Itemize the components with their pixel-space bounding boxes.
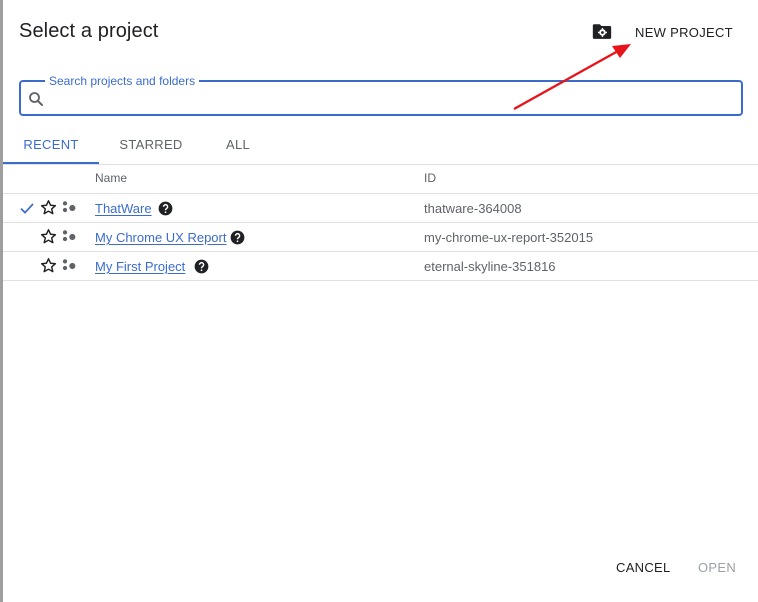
select-project-dialog: Select a project NEW PROJECT Search proj… — [3, 0, 758, 602]
organization-icon — [62, 230, 76, 242]
star-outline-icon[interactable] — [40, 228, 57, 245]
search-input[interactable] — [49, 86, 733, 112]
search-icon — [29, 92, 43, 106]
organization-icon — [62, 201, 76, 213]
star-outline-icon[interactable] — [40, 257, 57, 274]
dialog-title: Select a project — [19, 20, 159, 42]
tab-all[interactable]: ALL — [213, 130, 263, 162]
folder-gear-icon — [592, 24, 612, 39]
tab-starred[interactable]: STARRED — [111, 130, 191, 162]
project-name-link[interactable]: My First Project — [95, 259, 189, 274]
table-row[interactable]: My First Project eternal-skyline-351816 — [3, 252, 758, 281]
column-header-id: ID — [424, 171, 436, 185]
tab-bar: RECENT STARRED ALL — [3, 130, 758, 165]
table-row[interactable]: ThatWare thatware-364008 — [3, 194, 758, 223]
cancel-button[interactable]: CANCEL — [616, 560, 671, 575]
project-id: my-chrome-ux-report-352015 — [424, 230, 594, 245]
help-circle-icon[interactable] — [194, 259, 209, 274]
help-circle-icon[interactable] — [230, 230, 245, 245]
project-name-link[interactable]: ThatWare — [95, 201, 156, 216]
organization-icon — [62, 259, 76, 271]
column-header-name: Name — [95, 171, 128, 185]
new-project-label: NEW PROJECT — [635, 24, 733, 40]
tab-recent[interactable]: RECENT — [3, 130, 99, 164]
project-id: thatware-364008 — [424, 201, 522, 216]
check-icon — [20, 203, 34, 214]
table-header: Name ID — [3, 165, 758, 194]
projects-table: Name ID ThatWare thatware-364008 My Chro… — [3, 165, 758, 281]
project-name-link[interactable]: My Chrome UX Report — [95, 230, 230, 245]
project-id: eternal-skyline-351816 — [424, 259, 556, 274]
star-outline-icon[interactable] — [40, 199, 57, 216]
help-circle-icon[interactable] — [158, 201, 173, 216]
search-field[interactable]: Search projects and folders — [19, 73, 743, 116]
open-button[interactable]: OPEN — [698, 560, 736, 575]
new-project-button[interactable]: NEW PROJECT — [591, 20, 733, 44]
table-row[interactable]: My Chrome UX Report my-chrome-ux-report-… — [3, 223, 758, 252]
